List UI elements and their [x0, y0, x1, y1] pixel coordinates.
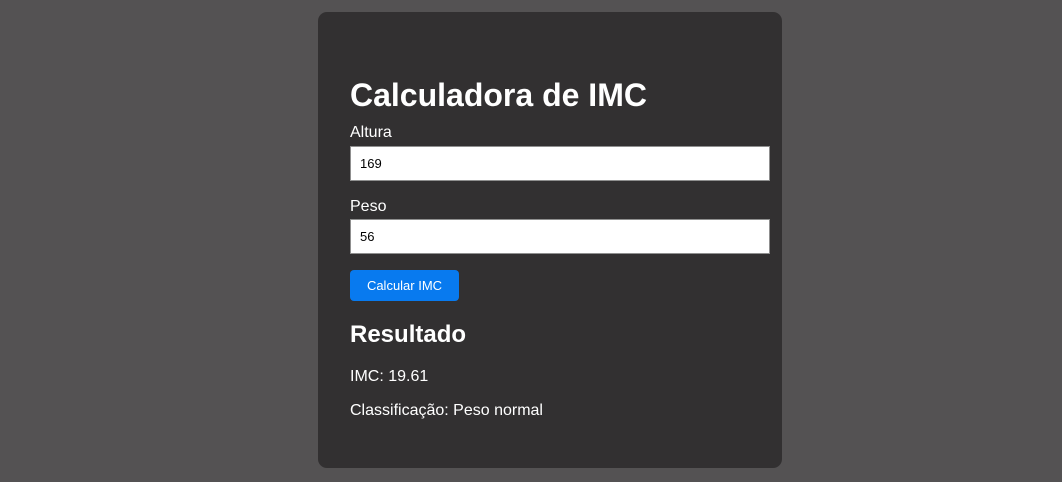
calculate-imc-button[interactable]: Calcular IMC [350, 270, 459, 301]
classification-result-text: Classificação: Peso normal [350, 402, 543, 419]
weight-input[interactable] [350, 219, 770, 254]
imc-calculator-card: Calculadora de IMC Altura Peso Calcular … [318, 12, 782, 468]
page-title: Calculadora de IMC [350, 77, 647, 113]
height-input[interactable] [350, 146, 770, 181]
weight-label: Peso [350, 198, 387, 215]
imc-result-text: IMC: 19.61 [350, 368, 429, 385]
result-heading: Resultado [350, 321, 467, 348]
height-label: Altura [350, 124, 392, 141]
